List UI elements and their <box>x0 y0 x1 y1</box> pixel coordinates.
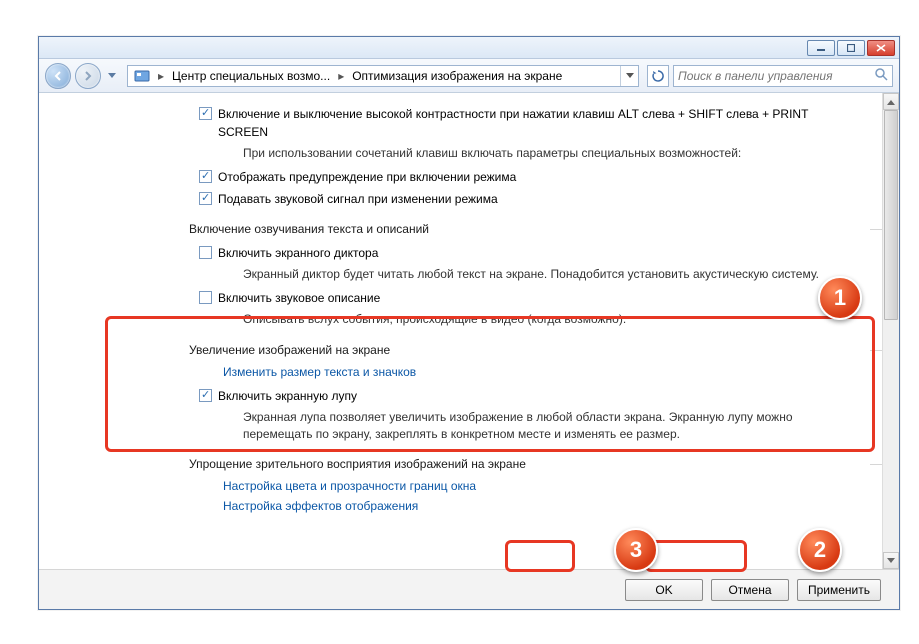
checkbox-checked-icon[interactable] <box>199 107 212 120</box>
chevron-right-icon: ▸ <box>156 69 166 83</box>
audiodesc-description: Описывать вслух события, происходящие в … <box>243 311 862 328</box>
warning-label: Отображать предупреждение при включении … <box>218 168 516 186</box>
navigation-bar: ▸ Центр специальных возмо... ▸ Оптимизац… <box>39 59 899 93</box>
narrator-description: Экранный диктор будет читать любой текст… <box>243 266 862 283</box>
color-border-link[interactable]: Настройка цвета и прозрачности границ ок… <box>223 479 476 493</box>
checkbox-checked-icon[interactable] <box>199 389 212 402</box>
search-box[interactable] <box>673 65 893 87</box>
chevron-right-icon: ▸ <box>336 69 346 83</box>
annotation-badge-3: 3 <box>614 528 658 572</box>
sound-checkbox-row[interactable]: Подавать звуковой сигнал при изменении р… <box>199 190 862 208</box>
checkbox-checked-icon[interactable] <box>199 170 212 183</box>
magnifier-checkbox-row[interactable]: Включить экранную лупу <box>199 387 862 405</box>
control-panel-window: ▸ Центр специальных возмо... ▸ Оптимизац… <box>38 36 900 610</box>
contrast-label: Включение и выключение высокой контрастн… <box>218 105 818 141</box>
simplify-group-title: Упрощение зрительного восприятия изображ… <box>189 457 862 471</box>
narrator-checkbox-row[interactable]: Включить экранного диктора <box>199 244 862 262</box>
audiodesc-checkbox-row[interactable]: Включить звуковое описание <box>199 289 862 307</box>
annotation-badge-2: 2 <box>798 528 842 572</box>
narrator-label: Включить экранного диктора <box>218 244 378 262</box>
checkbox-icon[interactable] <box>199 246 212 259</box>
control-panel-icon <box>134 68 150 84</box>
resize-text-link[interactable]: Изменить размер текста и значков <box>223 365 416 379</box>
search-input[interactable] <box>678 69 870 83</box>
search-icon <box>874 67 888 84</box>
apply-button[interactable]: Применить <box>797 579 881 601</box>
breadcrumb-parent[interactable]: Центр специальных возмо... <box>166 66 336 86</box>
ok-button[interactable]: OK <box>625 579 703 601</box>
sound-label: Подавать звуковой сигнал при изменении р… <box>218 190 498 208</box>
refresh-button[interactable] <box>647 65 669 87</box>
scroll-up-button[interactable] <box>883 93 899 110</box>
close-button[interactable] <box>867 40 895 56</box>
warning-checkbox-row[interactable]: Отображать предупреждение при включении … <box>199 168 862 186</box>
annotation-badge-1: 1 <box>818 276 862 320</box>
checkbox-checked-icon[interactable] <box>199 192 212 205</box>
vertical-scrollbar[interactable] <box>882 93 899 569</box>
shortcut-note: При использовании сочетаний клавиш включ… <box>243 145 862 162</box>
minimize-button[interactable] <box>807 40 835 56</box>
dialog-footer: OK Отмена Применить <box>39 569 899 609</box>
narration-group-title: Включение озвучивания текста и описаний <box>189 222 862 236</box>
address-bar[interactable]: ▸ Центр специальных возмо... ▸ Оптимизац… <box>127 65 639 87</box>
scroll-down-button[interactable] <box>883 552 899 569</box>
maximize-button[interactable] <box>837 40 865 56</box>
back-button[interactable] <box>45 63 71 89</box>
breadcrumb-current[interactable]: Оптимизация изображения на экране <box>346 66 568 86</box>
contrast-checkbox-row[interactable]: Включение и выключение высокой контрастн… <box>199 105 862 141</box>
cancel-button[interactable]: Отмена <box>711 579 789 601</box>
display-effects-link[interactable]: Настройка эффектов отображения <box>223 499 418 513</box>
magnifier-label: Включить экранную лупу <box>218 387 357 405</box>
content-area: Включение и выключение высокой контрастн… <box>39 93 899 569</box>
magnify-group-title: Увеличение изображений на экране <box>189 343 862 357</box>
titlebar <box>39 37 899 59</box>
address-dropdown[interactable] <box>620 66 638 86</box>
checkbox-icon[interactable] <box>199 291 212 304</box>
history-dropdown[interactable] <box>105 71 119 81</box>
scrollbar-thumb[interactable] <box>884 110 898 320</box>
forward-button[interactable] <box>75 63 101 89</box>
audiodesc-label: Включить звуковое описание <box>218 289 380 307</box>
magnifier-description: Экранная лупа позволяет увеличить изобра… <box>243 409 862 444</box>
